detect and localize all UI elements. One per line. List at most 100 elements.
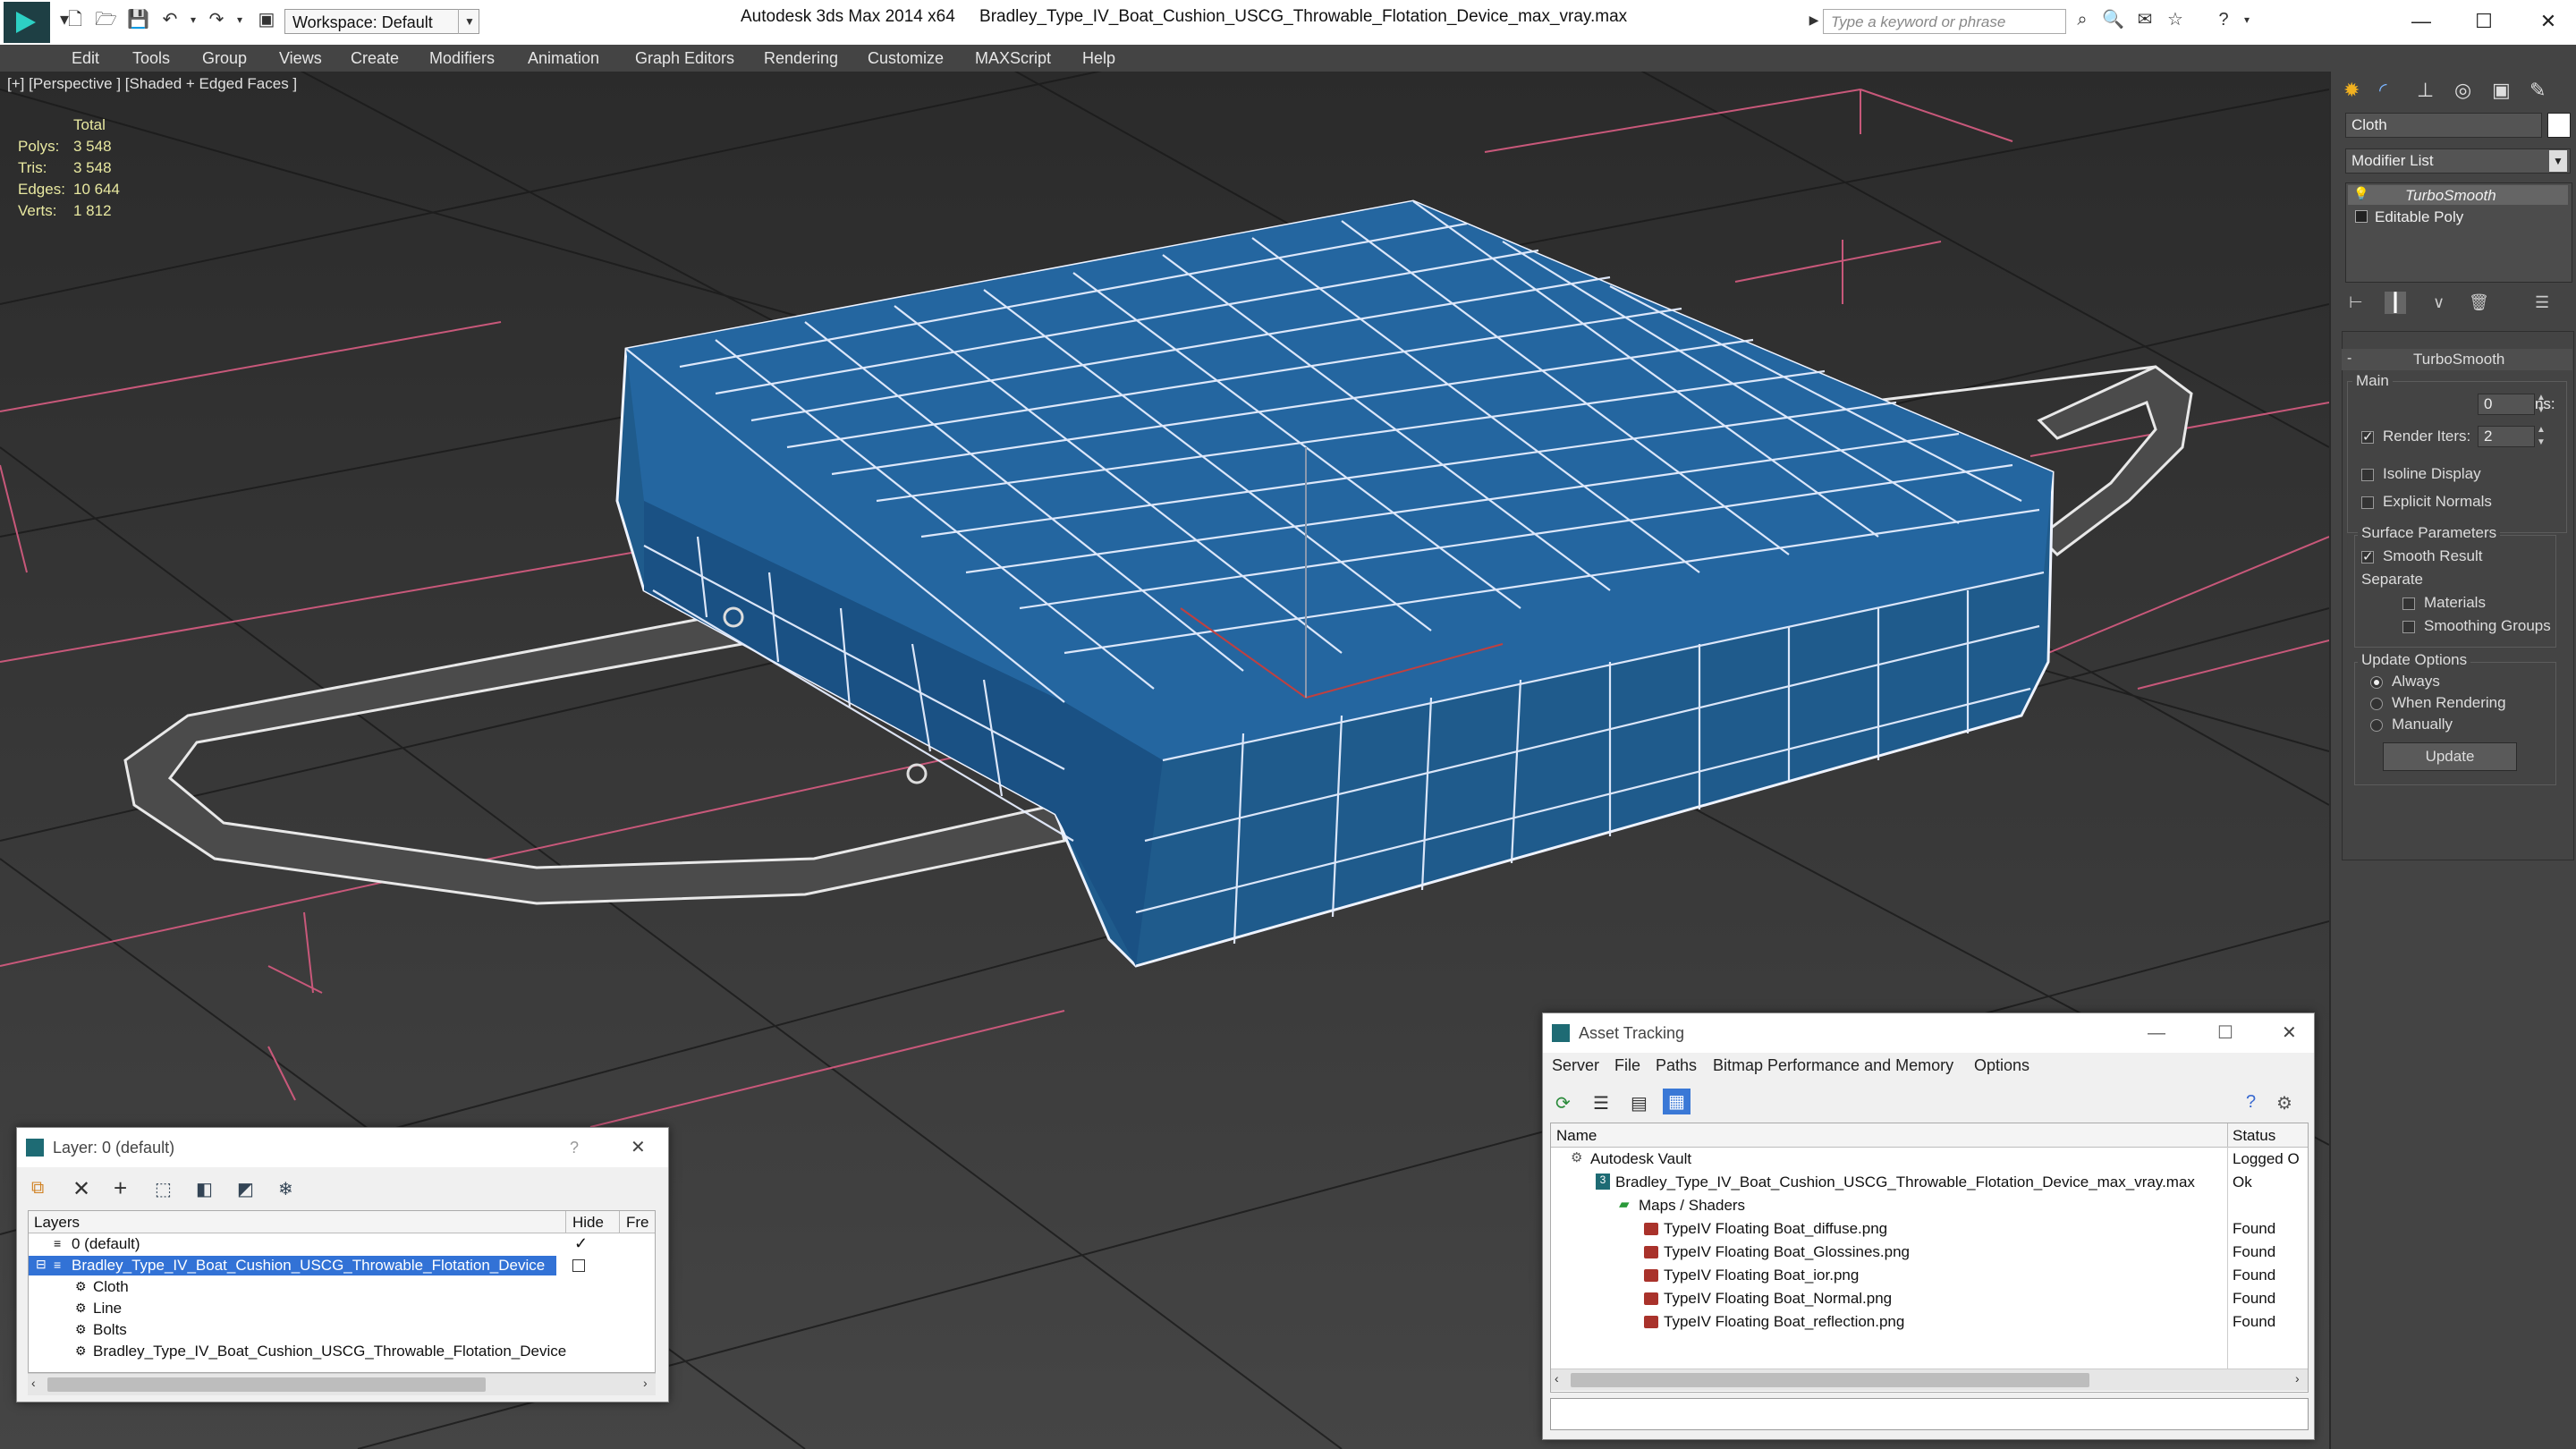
remove-modifier-icon[interactable]: 🗑 xyxy=(2469,293,2489,312)
search-expand-icon[interactable]: ▶ xyxy=(1803,9,1825,30)
display-tab-icon[interactable]: ▣ xyxy=(2492,79,2511,102)
help-icon[interactable]: ? xyxy=(2213,9,2234,30)
open-folder-icon[interactable]: 🗁 xyxy=(95,9,117,30)
close-icon[interactable]: ✕ xyxy=(2282,1013,2297,1053)
stack-item-turbosmooth[interactable]: 💡 TurboSmooth xyxy=(2348,185,2568,205)
chevron-down-icon[interactable]: ▼ xyxy=(458,9,480,34)
asset-row[interactable]: TypeIV Floating Boat_diffuse.png Found xyxy=(1551,1218,2308,1240)
binoculars-icon[interactable]: ⌕ xyxy=(2072,9,2093,30)
scroll-left-icon[interactable]: ‹ xyxy=(31,1376,36,1390)
menu-animation[interactable]: Animation xyxy=(528,45,599,72)
asset-row[interactable]: TypeIV Floating Boat_Normal.png Found xyxy=(1551,1288,2308,1309)
layer-object-row[interactable]: ⚙ Cloth xyxy=(29,1277,655,1297)
asset-row[interactable]: TypeIV Floating Boat_Glossines.png Found xyxy=(1551,1241,2308,1263)
rollout-header[interactable]: - TurboSmooth xyxy=(2342,349,2572,370)
menu-server[interactable]: Server xyxy=(1552,1056,1599,1075)
table-view-icon[interactable]: ▤ xyxy=(1631,1092,1648,1114)
collapse-icon[interactable]: ⊟ xyxy=(36,1257,47,1272)
col-name-header[interactable]: Name xyxy=(1556,1127,1597,1145)
col-freeze-header[interactable]: Fre xyxy=(626,1214,649,1232)
scroll-right-icon[interactable]: › xyxy=(2295,1371,2300,1385)
smoothing-groups-checkbox[interactable] xyxy=(2402,621,2415,633)
create-layer-icon[interactable]: ⧉ xyxy=(31,1178,44,1199)
help-icon[interactable]: ? xyxy=(570,1128,579,1167)
show-end-result-icon[interactable]: ┃ xyxy=(2385,292,2407,314)
materials-checkbox[interactable] xyxy=(2402,597,2415,610)
col-status-header[interactable]: Status xyxy=(2233,1127,2275,1145)
asset-row[interactable]: TypeIV Floating Boat_reflection.png Foun… xyxy=(1551,1311,2308,1333)
menu-maxscript[interactable]: MAXScript xyxy=(975,45,1051,72)
close-icon[interactable]: ✕ xyxy=(2526,4,2571,39)
configure-sets-icon[interactable]: ☰ xyxy=(2535,293,2549,312)
iterations-spinner[interactable]: 0 xyxy=(2478,394,2535,415)
add-to-layer-icon[interactable]: + xyxy=(114,1174,127,1202)
asset-horizontal-scrollbar[interactable]: ‹ › xyxy=(1551,1368,2308,1391)
smooth-result-checkbox[interactable] xyxy=(2361,548,2374,564)
create-tab-icon[interactable]: ✹ xyxy=(2343,79,2360,102)
object-color-swatch[interactable] xyxy=(2547,113,2571,138)
new-file-icon[interactable]: 🗋 xyxy=(64,9,86,30)
modify-tab-icon[interactable]: ◜ xyxy=(2379,79,2387,102)
maximize-icon[interactable]: ☐ xyxy=(2462,4,2506,39)
menu-rendering[interactable]: Rendering xyxy=(764,45,838,72)
menu-file[interactable]: File xyxy=(1614,1056,1640,1075)
utilities-tab-icon[interactable]: ✎ xyxy=(2529,79,2546,102)
menu-paths[interactable]: Paths xyxy=(1656,1056,1697,1075)
maximize-icon[interactable]: ☐ xyxy=(2217,1013,2233,1053)
help-dropdown-icon[interactable]: ▾ xyxy=(2236,9,2258,30)
layer-object-row[interactable]: ⚙ Bolts xyxy=(29,1320,655,1340)
app-logo-icon[interactable] xyxy=(4,2,50,43)
scrollbar-thumb[interactable] xyxy=(47,1377,486,1392)
scroll-right-icon[interactable]: › xyxy=(643,1376,648,1390)
render-iters-spinner[interactable]: 2 xyxy=(2478,426,2535,447)
grid-view-icon[interactable]: ▦ xyxy=(1663,1089,1690,1114)
explicit-normals-checkbox[interactable] xyxy=(2361,496,2374,509)
motion-tab-icon[interactable]: ◎ xyxy=(2454,79,2471,102)
undo-icon[interactable]: ↶ xyxy=(159,9,181,30)
asset-row[interactable]: TypeIV Floating Boat_ior.png Found xyxy=(1551,1265,2308,1286)
make-unique-icon[interactable]: ∨ xyxy=(2433,293,2445,312)
help-icon[interactable]: ? xyxy=(2246,1092,2256,1113)
scrollbar-thumb[interactable] xyxy=(1571,1373,2089,1387)
viewport-label[interactable]: [+] [Perspective ] [Shaded + Edged Faces… xyxy=(7,75,297,93)
spinner-arrows-icon[interactable]: ▲ ▼ xyxy=(2537,424,2546,449)
menu-create[interactable]: Create xyxy=(351,45,399,72)
isoline-display-checkbox[interactable] xyxy=(2361,469,2374,481)
asset-row[interactable]: ▰ Maps / Shaders xyxy=(1551,1195,2308,1216)
col-layers-header[interactable]: Layers xyxy=(34,1214,80,1232)
asset-row[interactable]: ⚙ Autodesk Vault Logged O xyxy=(1551,1148,2308,1170)
collapse-icon[interactable]: - xyxy=(2347,351,2351,367)
layer-dialog-titlebar[interactable]: Layer: 0 (default) ? ✕ xyxy=(17,1128,668,1167)
asset-dialog-titlebar[interactable]: Asset Tracking — ☐ ✕ xyxy=(1543,1013,2314,1053)
when-rendering-radio[interactable] xyxy=(2370,698,2383,710)
redo-dropdown-icon[interactable]: ▾ xyxy=(229,9,250,30)
menu-tools[interactable]: Tools xyxy=(132,45,170,72)
layer-horizontal-scrollbar[interactable]: ‹ › xyxy=(28,1373,656,1395)
undo-dropdown-icon[interactable]: ▾ xyxy=(182,9,204,30)
layer-object-row[interactable]: ⚙ Bradley_Type_IV_Boat_Cushion_USCG_Thro… xyxy=(29,1342,655,1361)
workspace-select[interactable]: Workspace: Default xyxy=(284,9,479,34)
make-active-checkbox[interactable] xyxy=(572,1259,585,1272)
delete-layer-icon[interactable]: ✕ xyxy=(72,1176,90,1202)
chevron-down-icon[interactable]: ▼ xyxy=(2549,150,2567,172)
stack-item-editable-poly[interactable]: Editable Poly xyxy=(2348,207,2568,226)
favorites-star-icon[interactable]: ☆ xyxy=(2165,9,2186,30)
select-objects-icon[interactable]: ⬚ xyxy=(155,1178,172,1200)
asset-row[interactable]: 3 Bradley_Type_IV_Boat_Cushion_USCG_Thro… xyxy=(1551,1172,2308,1193)
communication-center-icon[interactable]: ✉ xyxy=(2134,9,2156,30)
update-button[interactable]: Update xyxy=(2383,742,2517,771)
menu-customize[interactable]: Customize xyxy=(868,45,944,72)
settings-icon[interactable]: ⚙ xyxy=(2276,1092,2292,1114)
object-name-field[interactable]: Cloth xyxy=(2345,113,2542,138)
active-layer-check-icon[interactable]: ✓ xyxy=(574,1234,588,1253)
list-view-icon[interactable]: ☰ xyxy=(1593,1092,1609,1114)
spinner-arrows-icon[interactable]: ▲ ▼ xyxy=(2537,392,2546,417)
menu-bitmap-performance[interactable]: Bitmap Performance and Memory xyxy=(1713,1056,1953,1075)
menu-options[interactable]: Options xyxy=(1974,1056,2029,1075)
always-radio[interactable] xyxy=(2370,676,2383,689)
menu-edit[interactable]: Edit xyxy=(72,45,99,72)
expand-plus-icon[interactable] xyxy=(2355,210,2368,223)
layer-row[interactable]: ≡ 0 (default) ✓ xyxy=(29,1234,655,1254)
modifier-list-select[interactable]: Modifier List xyxy=(2345,148,2571,174)
redo-icon[interactable]: ↷ xyxy=(206,9,227,30)
